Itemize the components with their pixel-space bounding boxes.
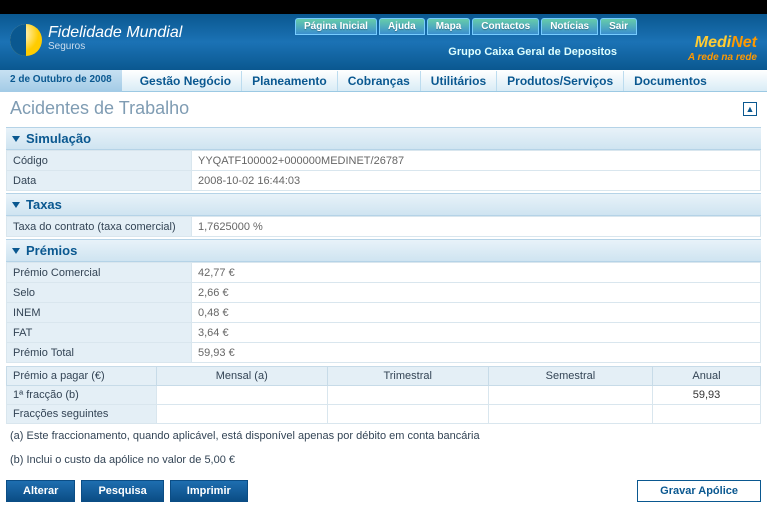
brand-sub: Seguros xyxy=(48,40,182,54)
nav-map[interactable]: Mapa xyxy=(427,18,471,35)
caret-down-icon xyxy=(12,248,20,254)
nav-exit[interactable]: Sair xyxy=(600,18,637,35)
nav-contacts[interactable]: Contactos xyxy=(472,18,539,35)
url-bar xyxy=(0,0,767,14)
taxa-label: Taxa do contrato (taxa comercial) xyxy=(7,217,192,237)
nav-news[interactable]: Notícias xyxy=(541,18,598,35)
grid-h3: Semestral xyxy=(488,367,652,386)
nav-help[interactable]: Ajuda xyxy=(379,18,425,35)
premio-row-value: 59,93 € xyxy=(192,343,761,363)
grid-row-fraccoes: Fracções seguintes xyxy=(7,405,761,424)
section-title-simulacao: Simulação xyxy=(26,131,91,146)
premios-table: Prémio Comercial42,77 € Selo2,66 € INEM0… xyxy=(6,262,761,363)
collapse-icon[interactable]: ▲ xyxy=(743,102,757,116)
premio-row-label: Prémio Comercial xyxy=(7,263,192,283)
group-label: Grupo Caixa Geral de Depositos xyxy=(448,46,617,58)
codigo-value: YYQATF100002+000000MEDINET/26787 xyxy=(192,151,761,171)
grid-cell xyxy=(327,386,488,405)
premio-row-value: 3,64 € xyxy=(192,323,761,343)
section-title-taxas: Taxas xyxy=(26,197,62,212)
grid-cell xyxy=(488,405,652,424)
brand-logo: Fidelidade Mundial Seguros xyxy=(10,24,182,56)
grid-h0: Prémio a pagar (€) xyxy=(7,367,157,386)
grid-cell xyxy=(157,386,328,405)
grid-row-fraccao1: 1ª fracção (b) 59,93 xyxy=(7,386,761,405)
grid-cell xyxy=(653,405,761,424)
premio-row-label: Prémio Total xyxy=(7,343,192,363)
medinet-logo: MediNet A rede na rede xyxy=(688,34,757,63)
caret-down-icon xyxy=(12,202,20,208)
section-taxas[interactable]: Taxas xyxy=(6,193,761,216)
grid-h2: Trimestral xyxy=(327,367,488,386)
data-label: Data xyxy=(7,171,192,191)
codigo-label: Código xyxy=(7,151,192,171)
pesquisa-button[interactable]: Pesquisa xyxy=(81,480,163,502)
grid-cell-anual: 59,93 xyxy=(653,386,761,405)
caret-down-icon xyxy=(12,136,20,142)
grid-h1: Mensal (a) xyxy=(157,367,328,386)
premio-row-label: Selo xyxy=(7,283,192,303)
top-nav: Página Inicial Ajuda Mapa Contactos Notí… xyxy=(295,18,637,35)
grid-cell xyxy=(327,405,488,424)
menu-produtos[interactable]: Produtos/Serviços xyxy=(496,71,623,91)
page-title: Acidentes de Trabalho xyxy=(10,98,189,119)
note-a: (a) Este fraccionamento, quando aplicáve… xyxy=(6,424,761,448)
premio-row-value: 0,48 € xyxy=(192,303,761,323)
menu-utilitarios[interactable]: Utilitários xyxy=(420,71,496,91)
imprimir-button[interactable]: Imprimir xyxy=(170,480,248,502)
main-menu: 2 de Outubro de 2008 Gestão Negócio Plan… xyxy=(0,70,767,92)
premio-row-value: 2,66 € xyxy=(192,283,761,303)
taxas-table: Taxa do contrato (taxa comercial) 1,7625… xyxy=(6,216,761,237)
nav-home[interactable]: Página Inicial xyxy=(295,18,377,35)
logo-icon xyxy=(10,24,42,56)
premio-row-value: 42,77 € xyxy=(192,263,761,283)
medinet-tagline: A rede na rede xyxy=(688,52,757,63)
grid-cell xyxy=(157,405,328,424)
brand-name: Fidelidade Mundial xyxy=(48,26,182,40)
simulacao-table: Código YYQATF100002+000000MEDINET/26787 … xyxy=(6,150,761,191)
gravar-apolice-button[interactable]: Gravar Apólice xyxy=(637,480,761,502)
grid-cell xyxy=(488,386,652,405)
date-label: 2 de Outubro de 2008 xyxy=(0,70,122,92)
menu-planeamento[interactable]: Planeamento xyxy=(241,71,337,91)
section-premios[interactable]: Prémios xyxy=(6,239,761,262)
taxa-value: 1,7625000 % xyxy=(192,217,761,237)
menu-cobrancas[interactable]: Cobranças xyxy=(337,71,420,91)
payment-grid: Prémio a pagar (€) Mensal (a) Trimestral… xyxy=(6,366,761,424)
grid-row-label: Fracções seguintes xyxy=(7,405,157,424)
note-b: (b) Inclui o custo da apólice no valor d… xyxy=(6,448,761,472)
menu-gestao[interactable]: Gestão Negócio xyxy=(130,71,241,91)
premio-row-label: FAT xyxy=(7,323,192,343)
data-value: 2008-10-02 16:44:03 xyxy=(192,171,761,191)
alterar-button[interactable]: Alterar xyxy=(6,480,75,502)
section-title-premios: Prémios xyxy=(26,243,77,258)
app-header: Fidelidade Mundial Seguros Página Inicia… xyxy=(0,14,767,70)
premio-row-label: INEM xyxy=(7,303,192,323)
menu-documentos[interactable]: Documentos xyxy=(623,71,717,91)
grid-row-label: 1ª fracção (b) xyxy=(7,386,157,405)
section-simulacao[interactable]: Simulação xyxy=(6,127,761,150)
grid-h4: Anual xyxy=(653,367,761,386)
footer-actions: Alterar Pesquisa Imprimir Gravar Apólice xyxy=(0,472,767,510)
